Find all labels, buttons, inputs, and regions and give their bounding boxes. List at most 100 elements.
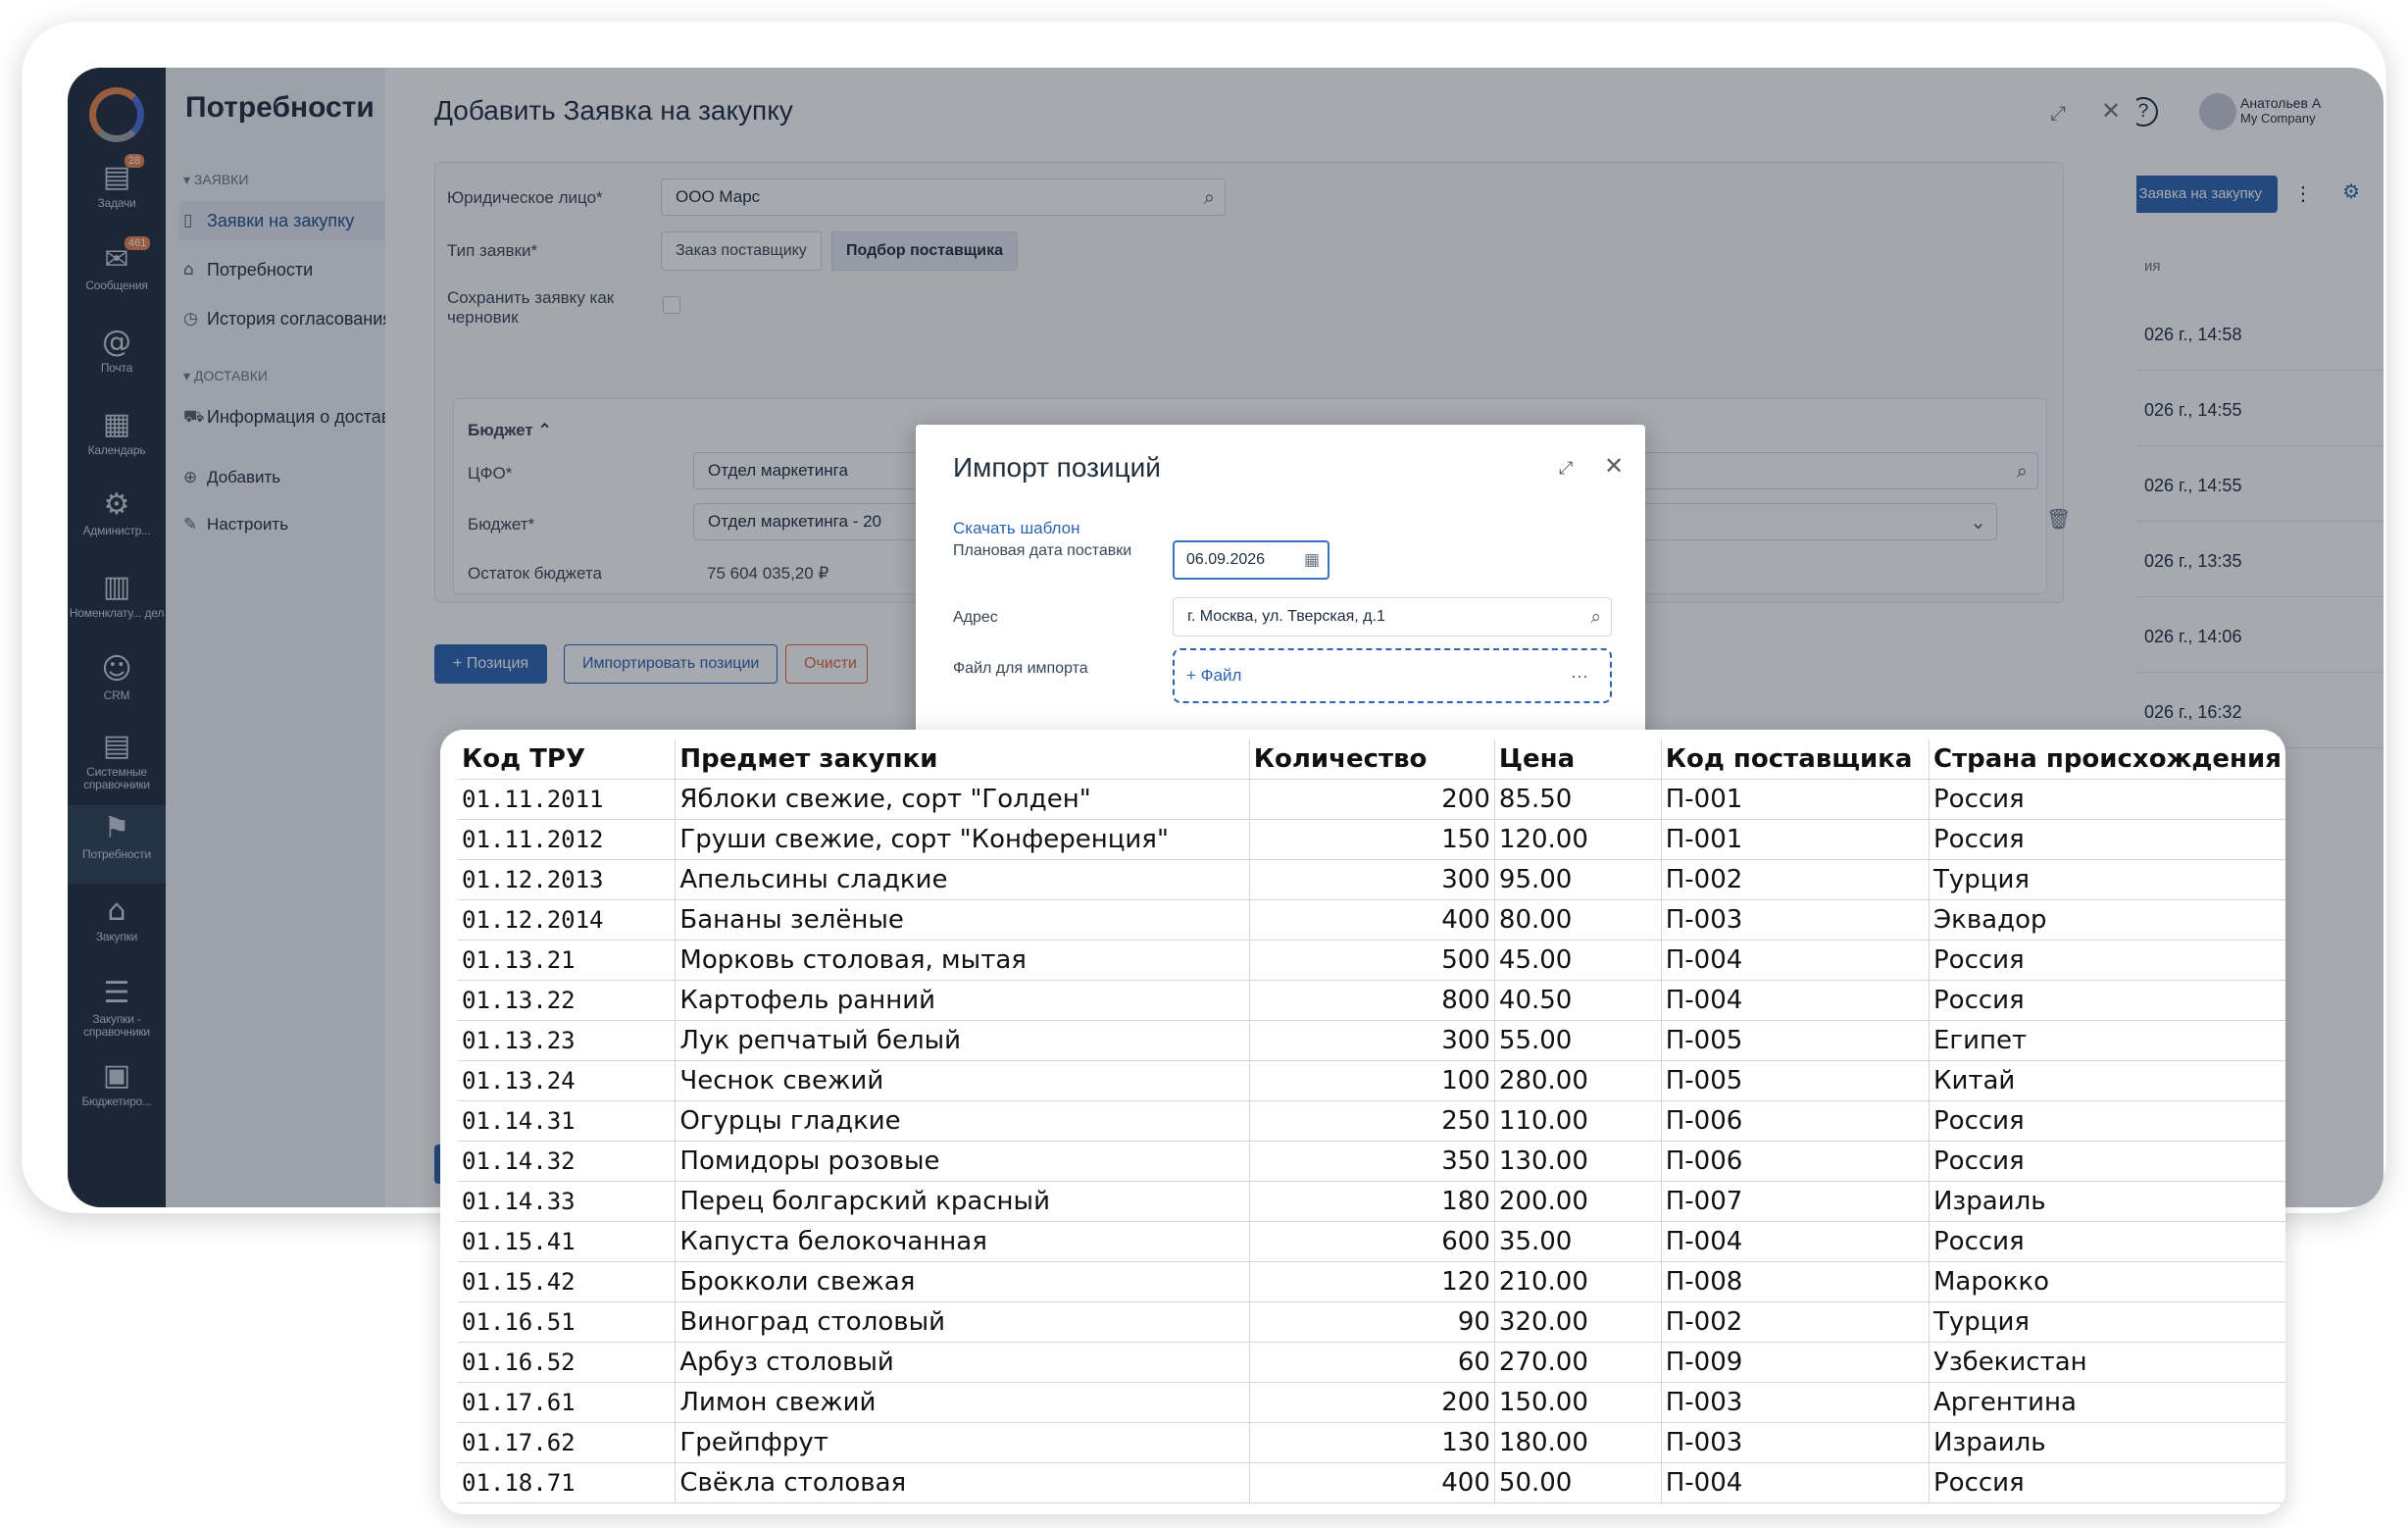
table-cell: 01.18.71 <box>458 1462 677 1503</box>
table-cell: Россия <box>1929 1141 2285 1182</box>
table-cell: П-001 <box>1661 779 1930 820</box>
table-cell: 350 <box>1249 1141 1495 1182</box>
table-cell: 01.16.51 <box>458 1301 677 1343</box>
table-cell: 110.00 <box>1494 1100 1662 1142</box>
table-cell: 01.13.24 <box>458 1060 677 1101</box>
table-cell: 500 <box>1249 940 1495 981</box>
table-cell: Россия <box>1929 1462 2285 1503</box>
table-cell: Яблоки свежие, сорт "Голден" <box>675 779 1250 820</box>
table-row: 01.13.23 Лук репчатый белый 300 55.00 П-005 Е… <box>458 1020 2285 1061</box>
column-header: Код ТРУ <box>458 739 677 780</box>
expand-icon[interactable]: ⤢ <box>1559 458 1573 479</box>
column-header: Код поставщика <box>1661 739 1930 780</box>
table-cell: Турция <box>1929 1301 2285 1343</box>
table-cell: 300 <box>1249 859 1495 900</box>
table-cell: 150.00 <box>1494 1382 1662 1423</box>
table-cell: П-004 <box>1661 980 1930 1021</box>
file-upload-dropzone[interactable]: + Файл ··· <box>1173 648 1612 703</box>
table-cell: 100 <box>1249 1060 1495 1101</box>
table-cell: 01.15.42 <box>458 1261 677 1302</box>
table-cell: 95.00 <box>1494 859 1662 900</box>
table-cell: П-003 <box>1661 1382 1930 1423</box>
column-header: Страна происхождения <box>1929 739 2285 780</box>
table-cell: 90 <box>1249 1301 1495 1343</box>
table-cell: 80.00 <box>1494 899 1662 941</box>
table-row: 01.13.24 Чеснок свежий 100 280.00 П-005 Китай <box>458 1060 2285 1101</box>
table-cell: 01.17.61 <box>458 1382 677 1423</box>
table-cell: 800 <box>1249 980 1495 1021</box>
table-cell: 280.00 <box>1494 1060 1662 1101</box>
table-cell: П-004 <box>1661 1221 1930 1262</box>
table-cell: Эквадор <box>1929 899 2285 941</box>
table-row: 01.14.31 Огурцы гладкие 250 110.00 П-006 Росс… <box>458 1100 2285 1142</box>
table-cell: Виноград столовый <box>675 1301 1250 1343</box>
table-cell: Грейпфрут <box>675 1422 1250 1463</box>
table-cell: Помидоры розовые <box>675 1141 1250 1182</box>
table-row: 01.14.32 Помидоры розовые 350 130.00 П-006 Ро… <box>458 1141 2285 1182</box>
table-cell: П-003 <box>1661 1422 1930 1463</box>
table-cell: 150 <box>1249 819 1495 860</box>
table-cell: Египет <box>1929 1020 2285 1061</box>
table-cell: 01.14.33 <box>458 1181 677 1222</box>
table-row: 01.18.71 Свёкла столовая 400 50.00 П-004 Росс… <box>458 1462 2285 1503</box>
table-cell: Лук репчатый белый <box>675 1020 1250 1061</box>
table-cell: Марокко <box>1929 1261 2285 1302</box>
table-cell: 01.12.2014 <box>458 899 677 941</box>
table-cell: П-005 <box>1661 1060 1930 1101</box>
table-cell: Морковь столовая, мытая <box>675 940 1250 981</box>
table-cell: Израиль <box>1929 1422 2285 1463</box>
table-cell: 01.13.23 <box>458 1020 677 1061</box>
planned-date-input[interactable]: 06.09.2026 ▦ <box>1173 540 1329 580</box>
table-cell: 01.16.52 <box>458 1342 677 1383</box>
table-cell: П-009 <box>1661 1342 1930 1383</box>
table-cell: П-004 <box>1661 1462 1930 1503</box>
table-cell: Апельсины сладкие <box>675 859 1250 900</box>
table-row: 01.14.33 Перец болгарский красный 180 200.0… <box>458 1181 2285 1222</box>
table-cell: Груши свежие, сорт "Конференция" <box>675 819 1250 860</box>
table-cell: П-003 <box>1661 899 1930 941</box>
close-icon[interactable]: ✕ <box>1604 452 1624 480</box>
download-template-link[interactable]: Скачать шаблон <box>953 519 1080 538</box>
table-cell: 50.00 <box>1494 1462 1662 1503</box>
table-cell: 200.00 <box>1494 1181 1662 1222</box>
table-cell: Картофель ранний <box>675 980 1250 1021</box>
table-cell: 400 <box>1249 899 1495 941</box>
table-cell: 120 <box>1249 1261 1495 1302</box>
table-cell: П-007 <box>1661 1181 1930 1222</box>
table-row: 01.12.2014 Бананы зелёные 400 80.00 П-003 Экв… <box>458 899 2285 941</box>
table-cell: Бананы зелёные <box>675 899 1250 941</box>
more-icon[interactable]: ··· <box>1571 650 1588 701</box>
table-row: 01.15.41 Капуста белокочанная 600 35.00 П-00… <box>458 1221 2285 1262</box>
table-cell: 01.13.21 <box>458 940 677 981</box>
modal-title: Импорт позиций <box>953 452 1161 483</box>
table-row: 01.13.22 Картофель ранний 800 40.50 П-004 Рос… <box>458 980 2285 1021</box>
table-cell: 320.00 <box>1494 1301 1662 1343</box>
table-row: 01.16.51 Виноград столовый 90 320.00 П-002 Ту… <box>458 1301 2285 1343</box>
table-cell: Узбекистан <box>1929 1342 2285 1383</box>
table-cell: 130.00 <box>1494 1141 1662 1182</box>
calendar-icon[interactable]: ▦ <box>1304 542 1320 578</box>
table-cell: 01.15.41 <box>458 1221 677 1262</box>
table-row: 01.17.62 Грейпфрут 130 180.00 П-003 Израиль <box>458 1422 2285 1463</box>
search-icon[interactable]: ⌕ <box>1590 598 1601 636</box>
table-cell: П-008 <box>1661 1261 1930 1302</box>
table-cell: Китай <box>1929 1060 2285 1101</box>
table-cell: Лимон свежий <box>675 1382 1250 1423</box>
table-cell: Россия <box>1929 779 2285 820</box>
address-input[interactable]: г. Москва, ул. Тверская, д.1 ⌕ <box>1173 597 1612 637</box>
table-cell: 01.14.31 <box>458 1100 677 1142</box>
table-cell: 55.00 <box>1494 1020 1662 1061</box>
table-cell: 400 <box>1249 1462 1495 1503</box>
table-cell: Арбуз столовый <box>675 1342 1250 1383</box>
table-cell: 200 <box>1249 1382 1495 1423</box>
table-cell: П-005 <box>1661 1020 1930 1061</box>
table-cell: П-001 <box>1661 819 1930 860</box>
table-cell: Россия <box>1929 1221 2285 1262</box>
column-header: Цена <box>1494 739 1662 780</box>
table-cell: 85.50 <box>1494 779 1662 820</box>
table-row: 01.15.42 Брокколи свежая 120 210.00 П-008 Мар… <box>458 1261 2285 1302</box>
table-cell: 180 <box>1249 1181 1495 1222</box>
planned-date-label: Плановая дата поставки <box>953 542 1132 559</box>
table-row: 01.16.52 Арбуз столовый 60 270.00 П-009 Узбек… <box>458 1342 2285 1383</box>
table-cell: Свёкла столовая <box>675 1462 1250 1503</box>
